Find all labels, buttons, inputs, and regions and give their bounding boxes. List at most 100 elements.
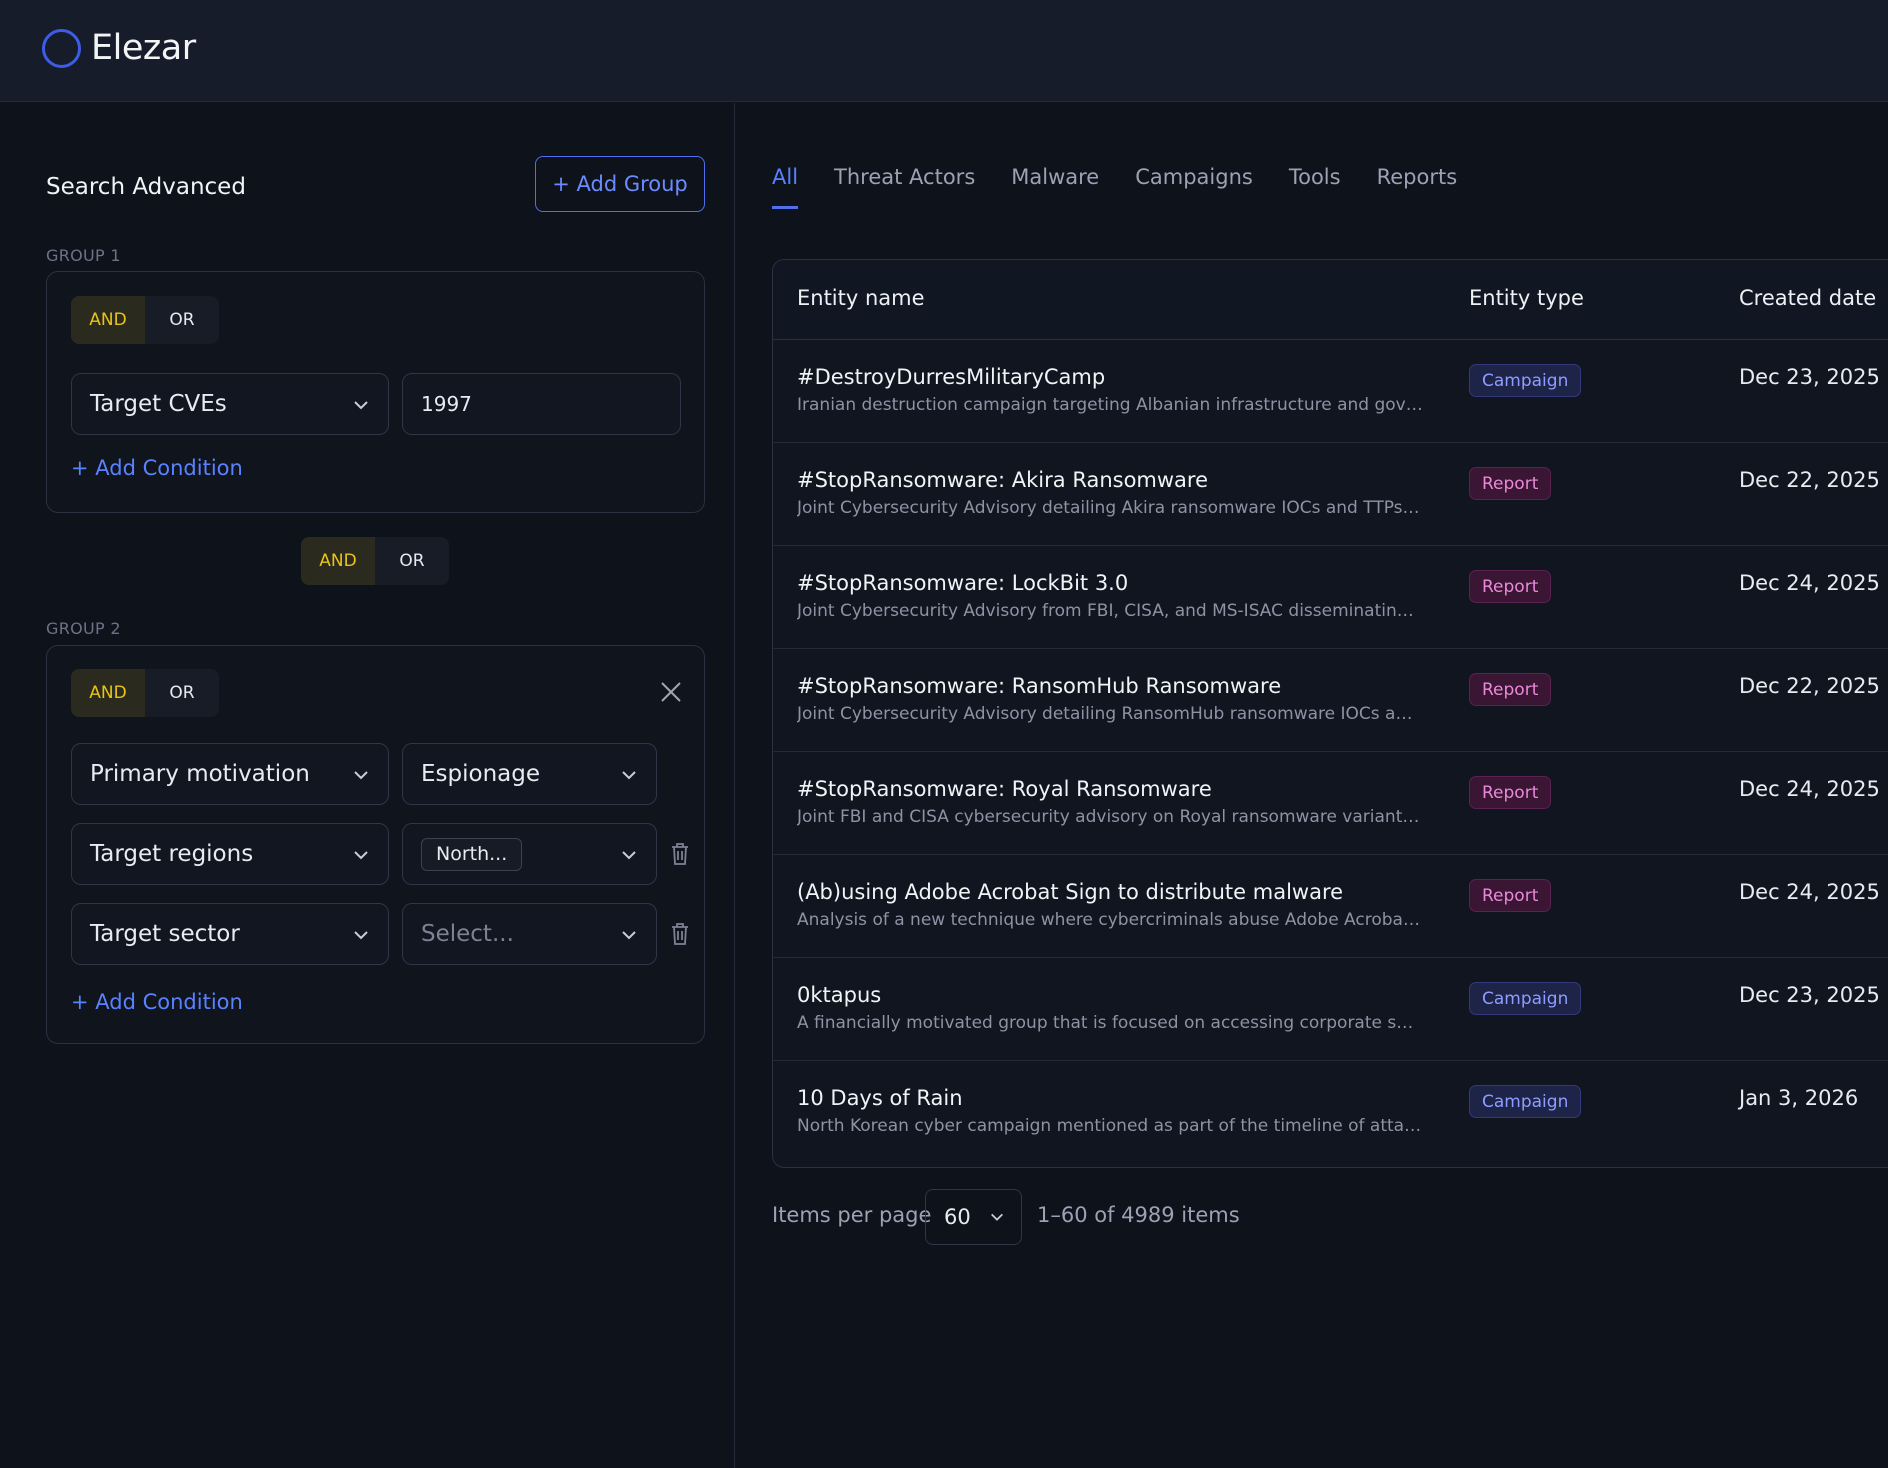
entity-type-badge: Campaign [1469, 1085, 1582, 1118]
tab-all[interactable]: All [772, 159, 799, 209]
table-row[interactable]: 0ktapus A financially motivated group tha… [773, 958, 1888, 1061]
entity-description: Analysis of a new technique where cyberc… [797, 910, 1423, 930]
entity-description: A financially motivated group that is fo… [797, 1013, 1423, 1033]
panel-title: Search Advanced [46, 174, 246, 200]
condition-field-select[interactable]: Target CVEs [71, 373, 389, 435]
group-2-label: GROUP 2 [46, 619, 121, 638]
tab-malware[interactable]: Malware [1011, 159, 1099, 209]
table-row[interactable]: #StopRansomware: RansomHub Ransomware Joi… [773, 649, 1888, 752]
selected-chip[interactable]: North... [421, 837, 523, 871]
column-entity-name[interactable]: Entity name [797, 286, 925, 310]
condition-value-input[interactable]: 1997 [402, 373, 681, 435]
and-option[interactable]: AND [71, 296, 145, 344]
entity-name: #StopRansomware: LockBit 3.0 [797, 571, 1129, 595]
column-created-date[interactable]: Created date [1739, 286, 1876, 310]
trash-icon[interactable] [669, 922, 691, 946]
trash-icon[interactable] [669, 842, 691, 866]
items-per-page-label: Items per page [772, 1203, 932, 1227]
condition-field-value: Primary motivation [90, 761, 310, 787]
condition-value-placeholder: Select... [421, 921, 514, 947]
group-1-logic-toggle: AND OR [71, 296, 219, 344]
table-row[interactable]: (Ab)using Adobe Acrobat Sign to distribu… [773, 855, 1888, 958]
table-row[interactable]: #DestroyDurresMilitaryCamp Iranian destru… [773, 340, 1888, 443]
and-option[interactable]: AND [301, 537, 375, 585]
group-2-box: AND OR Primary motivation Espionage Targ… [46, 645, 705, 1044]
created-date: Dec 23, 2025 [1739, 983, 1880, 1007]
add-group-button[interactable]: + Add Group [535, 156, 705, 212]
created-date: Dec 24, 2025 [1739, 777, 1880, 801]
entity-type-badge: Report [1469, 776, 1552, 809]
entity-description: Joint FBI and CISA cybersecurity advisor… [797, 807, 1423, 827]
chevron-down-icon [354, 401, 368, 410]
condition-field-value: Target CVEs [90, 391, 227, 417]
column-entity-type[interactable]: Entity type [1469, 286, 1584, 310]
logo-icon [42, 29, 81, 68]
app-name: Elezar [91, 28, 196, 68]
entity-description: North Korean cyber campaign mentioned as… [797, 1116, 1423, 1136]
condition-field-value: Target regions [90, 841, 254, 867]
entity-tabs: All Threat Actors Malware Campaigns Tool… [772, 159, 1493, 209]
entity-type-badge: Campaign [1469, 364, 1582, 397]
tab-reports[interactable]: Reports [1377, 159, 1458, 209]
advanced-search-panel: Search Advanced + Add Group GROUP 1 AND … [0, 103, 735, 1468]
created-date: Jan 3, 2026 [1739, 1086, 1859, 1110]
condition-field-select[interactable]: Target sector [71, 903, 389, 965]
chevron-down-icon [354, 851, 368, 860]
pagination: Items per page 60 1–60 of 4989 items [772, 1189, 1372, 1245]
table-row[interactable]: #StopRansomware: Royal Ransomware Joint F… [773, 752, 1888, 855]
chevron-down-icon [622, 851, 636, 860]
condition-value-select[interactable]: Espionage [402, 743, 657, 805]
entity-name: #DestroyDurresMilitaryCamp [797, 365, 1106, 389]
entity-name: #StopRansomware: Royal Ransomware [797, 777, 1212, 801]
table-row[interactable]: #StopRansomware: Akira Ransomware Joint C… [773, 443, 1888, 546]
add-condition-button[interactable]: + Add Condition [71, 456, 243, 480]
created-date: Dec 23, 2025 [1739, 365, 1880, 389]
entity-name: (Ab)using Adobe Acrobat Sign to distribu… [797, 880, 1344, 904]
created-date: Dec 22, 2025 [1739, 468, 1880, 492]
tab-campaigns[interactable]: Campaigns [1135, 159, 1253, 209]
items-per-page-select[interactable]: 60 [925, 1189, 1022, 1245]
chevron-down-icon [354, 771, 368, 780]
condition-value-select[interactable]: Select... [402, 903, 657, 965]
tab-tools[interactable]: Tools [1289, 159, 1341, 209]
entity-type-badge: Report [1469, 467, 1552, 500]
condition-value-text: 1997 [421, 392, 472, 416]
or-option[interactable]: OR [375, 537, 449, 585]
add-condition-button[interactable]: + Add Condition [71, 990, 243, 1014]
entity-description: Joint Cybersecurity Advisory from FBI, C… [797, 601, 1423, 621]
tab-threat-actors[interactable]: Threat Actors [834, 159, 975, 209]
table-row[interactable]: #StopRansomware: LockBit 3.0 Joint Cybers… [773, 546, 1888, 649]
items-per-page-value: 60 [944, 1205, 971, 1229]
entity-type-badge: Report [1469, 570, 1552, 603]
close-icon[interactable] [659, 680, 683, 704]
group-2-logic-toggle: AND OR [71, 669, 219, 717]
and-option[interactable]: AND [71, 669, 145, 717]
results-table: Entity name Entity type Created date #De… [772, 259, 1888, 1168]
group-join-toggle: AND OR [301, 537, 449, 585]
top-bar: Elezar [0, 0, 1888, 102]
entity-name: #StopRansomware: RansomHub Ransomware [797, 674, 1282, 698]
condition-field-select[interactable]: Target regions [71, 823, 389, 885]
results-panel: All Threat Actors Malware Campaigns Tool… [736, 103, 1888, 1468]
created-date: Dec 22, 2025 [1739, 674, 1880, 698]
chevron-down-icon [622, 771, 636, 780]
or-option[interactable]: OR [145, 296, 219, 344]
entity-type-badge: Report [1469, 673, 1552, 706]
table-header: Entity name Entity type Created date [773, 260, 1888, 340]
condition-field-select[interactable]: Primary motivation [71, 743, 389, 805]
group-1-box: AND OR Target CVEs 1997 + Add Condition [46, 271, 705, 513]
or-option[interactable]: OR [145, 669, 219, 717]
condition-value-multiselect[interactable]: North... [402, 823, 657, 885]
created-date: Dec 24, 2025 [1739, 880, 1880, 904]
created-date: Dec 24, 2025 [1739, 571, 1880, 595]
entity-name: 10 Days of Rain [797, 1086, 963, 1110]
entity-type-badge: Report [1469, 879, 1552, 912]
items-count: 1–60 of 4989 items [1037, 1203, 1240, 1227]
entity-description: Joint Cybersecurity Advisory detailing A… [797, 498, 1423, 518]
entity-description: Iranian destruction campaign targeting A… [797, 395, 1423, 415]
condition-value-text: Espionage [421, 761, 540, 787]
table-row[interactable]: 10 Days of Rain North Korean cyber campai… [773, 1061, 1888, 1164]
entity-type-badge: Campaign [1469, 982, 1582, 1015]
entity-name: #StopRansomware: Akira Ransomware [797, 468, 1209, 492]
entity-name: 0ktapus [797, 983, 882, 1007]
